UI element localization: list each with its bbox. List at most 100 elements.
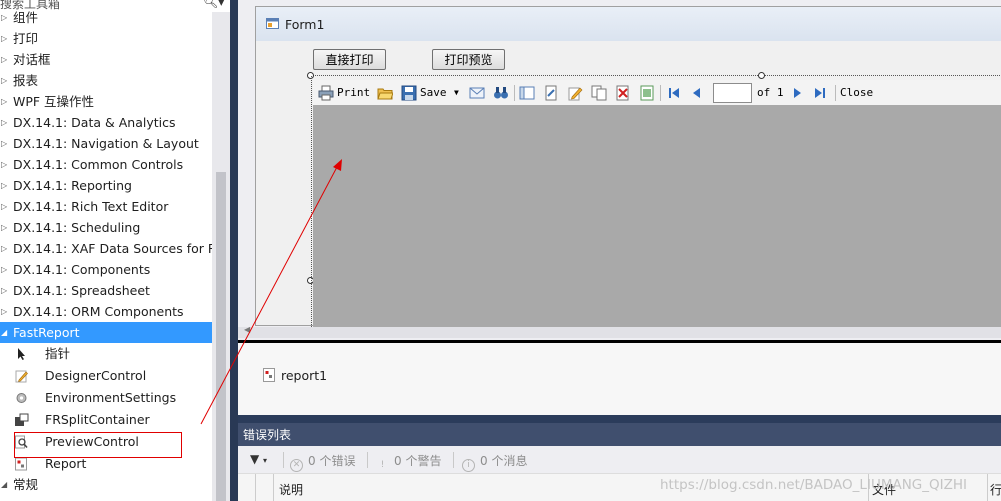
page-count-label: of 1 bbox=[757, 86, 784, 99]
toolbox-list: ▷ 组件 ▷ 打印 ▷ 对话框 ▷ 报表 ▷ WPF 互操作性 ▷ DX.14.1: Dat… bbox=[0, 7, 212, 494]
errors-filter-button[interactable]: ✕ 0 个错误 bbox=[290, 452, 355, 472]
category-label: DX.14.1: ORM Components bbox=[13, 304, 184, 319]
toolbox-category-dx-common-controls[interactable]: ▷ DX.14.1: Common Controls bbox=[0, 154, 212, 175]
messages-filter-button[interactable]: i 0 个消息 bbox=[462, 452, 527, 472]
toolbox-category-dx-spreadsheet[interactable]: ▷ DX.14.1: Spreadsheet bbox=[0, 280, 212, 301]
page-number-input[interactable] bbox=[713, 83, 752, 103]
find-binoculars-icon[interactable] bbox=[493, 85, 509, 101]
save-icon[interactable] bbox=[401, 85, 417, 101]
form-designer-surface: Form1 直接打印 打印预览 Print Save ▼ of 1 Close bbox=[238, 0, 1001, 340]
toolbox-category-dx-scheduling[interactable]: ▷ DX.14.1: Scheduling bbox=[0, 217, 212, 238]
collapse-arrow-icon[interactable]: ◢ bbox=[1, 475, 7, 494]
toolbox-category-fastreport[interactable]: ◢ FastReport bbox=[0, 322, 212, 343]
expand-arrow-icon[interactable]: ▷ bbox=[1, 196, 7, 217]
close-button-label[interactable]: Close bbox=[840, 85, 873, 101]
page-setup-icon[interactable] bbox=[543, 85, 559, 101]
toolbox-item-pointer[interactable]: 指针 bbox=[0, 343, 212, 365]
toolbox-scrollbar[interactable] bbox=[212, 12, 230, 501]
expand-arrow-icon[interactable]: ▷ bbox=[1, 154, 7, 175]
warning-icon: ! bbox=[380, 460, 385, 470]
last-page-icon[interactable] bbox=[813, 85, 827, 101]
column-divider bbox=[255, 474, 256, 501]
toolbar-separator bbox=[367, 452, 368, 468]
category-label: DX.14.1: Data & Analytics bbox=[13, 115, 176, 130]
form1-window[interactable]: Form1 直接打印 打印预览 Print Save ▼ of 1 Close bbox=[255, 6, 1001, 327]
previous-page-icon[interactable] bbox=[690, 85, 704, 101]
designer-horizontal-scrollbar[interactable]: ◀ bbox=[238, 325, 1001, 338]
toolbox-category-general[interactable]: ◢ 常规 bbox=[0, 475, 212, 494]
toolbar-separator bbox=[514, 85, 515, 101]
toolbox-category-dx-rich-text-editor[interactable]: ▷ DX.14.1: Rich Text Editor bbox=[0, 196, 212, 217]
toolbox-category-print[interactable]: ▷ 打印 bbox=[0, 28, 212, 49]
toolbox-category-reports[interactable]: ▷ 报表 bbox=[0, 70, 212, 91]
report-icon bbox=[15, 457, 27, 471]
expand-arrow-icon[interactable]: ▷ bbox=[1, 301, 7, 322]
expand-arrow-icon[interactable]: ▷ bbox=[1, 112, 7, 133]
toolbox-item-environmentsettings[interactable]: EnvironmentSettings bbox=[0, 387, 212, 409]
column-header-description[interactable]: 说明 bbox=[279, 481, 303, 498]
error-list-titlebar: 错误列表 bbox=[238, 415, 1001, 446]
toolbox-category-dx-data-analytics[interactable]: ▷ DX.14.1: Data & Analytics bbox=[0, 112, 212, 133]
form1-title: Form1 bbox=[285, 17, 325, 32]
toolbox-category-dx-orm-components[interactable]: ▷ DX.14.1: ORM Components bbox=[0, 301, 212, 322]
first-page-icon[interactable] bbox=[667, 85, 681, 101]
category-label: 打印 bbox=[13, 31, 39, 46]
print-button-label[interactable]: Print bbox=[337, 85, 370, 101]
watermark-icon[interactable] bbox=[639, 85, 655, 101]
toolbar-separator bbox=[835, 85, 836, 101]
expand-arrow-icon[interactable]: ▷ bbox=[1, 49, 7, 70]
preview-canvas[interactable] bbox=[313, 105, 1001, 327]
scroll-left-icon[interactable]: ◀ bbox=[244, 325, 250, 334]
filter-icon[interactable]: ▼ ▾ bbox=[250, 452, 267, 466]
outline-icon[interactable] bbox=[519, 85, 535, 101]
toolbox-category-dx-xaf-data-sources[interactable]: ▷ DX.14.1: XAF Data Sources for R... bbox=[0, 238, 212, 259]
preview-control[interactable]: Print Save ▼ of 1 Close bbox=[311, 76, 1001, 327]
category-label: DX.14.1: Spreadsheet bbox=[13, 283, 150, 298]
collapse-arrow-icon[interactable]: ◢ bbox=[1, 322, 7, 343]
component-tray: report1 bbox=[238, 340, 1001, 415]
expand-arrow-icon[interactable]: ▷ bbox=[1, 91, 7, 112]
warnings-count: 0 个警告 bbox=[394, 454, 442, 468]
toolbar-separator bbox=[283, 452, 284, 468]
toolbox-category-components[interactable]: ▷ 组件 bbox=[0, 7, 212, 28]
error-list-title: 错误列表 bbox=[243, 428, 292, 442]
expand-arrow-icon[interactable]: ▷ bbox=[1, 28, 7, 49]
toolbox-item-label: 指针 bbox=[45, 346, 71, 361]
direct-print-button[interactable]: 直接打印 bbox=[313, 49, 386, 70]
copy-page-icon[interactable] bbox=[591, 85, 607, 101]
toolbox-category-dx-navigation-layout[interactable]: ▷ DX.14.1: Navigation & Layout bbox=[0, 133, 212, 154]
scrollbar-thumb[interactable] bbox=[216, 172, 226, 501]
expand-arrow-icon[interactable]: ▷ bbox=[1, 280, 7, 301]
errors-count: 0 个错误 bbox=[308, 454, 356, 468]
expand-arrow-icon[interactable]: ▷ bbox=[1, 259, 7, 280]
next-page-icon[interactable] bbox=[790, 85, 804, 101]
warnings-filter-button[interactable]: ! 0 个警告 bbox=[376, 452, 442, 473]
split-container-icon bbox=[15, 413, 29, 426]
toolbox-category-dx-reporting[interactable]: ▷ DX.14.1: Reporting bbox=[0, 175, 212, 196]
pencil-icon bbox=[15, 370, 28, 383]
category-label: DX.14.1: Reporting bbox=[13, 178, 132, 193]
print-preview-button[interactable]: 打印预览 bbox=[432, 49, 505, 70]
toolbox-item-frsplitcontainer[interactable]: FRSplitContainer bbox=[0, 409, 212, 431]
printer-icon[interactable] bbox=[318, 85, 334, 101]
edit-icon[interactable] bbox=[567, 85, 583, 101]
delete-page-icon[interactable] bbox=[615, 85, 631, 101]
tray-component-label: report1 bbox=[281, 368, 328, 383]
email-icon[interactable] bbox=[469, 85, 485, 101]
chevron-down-icon[interactable]: ▼ bbox=[454, 85, 459, 101]
toolbox-category-wpf-interop[interactable]: ▷ WPF 互操作性 bbox=[0, 91, 212, 112]
column-header-line[interactable]: 行 bbox=[990, 481, 1001, 498]
toolbox-item-label: DesignerControl bbox=[45, 368, 147, 383]
expand-arrow-icon[interactable]: ▷ bbox=[1, 7, 7, 28]
toolbox-category-dx-components[interactable]: ▷ DX.14.1: Components bbox=[0, 259, 212, 280]
open-folder-icon[interactable] bbox=[377, 85, 393, 101]
toolbox-category-dialogs[interactable]: ▷ 对话框 bbox=[0, 49, 212, 70]
panel-splitter[interactable] bbox=[230, 0, 238, 501]
expand-arrow-icon[interactable]: ▷ bbox=[1, 133, 7, 154]
expand-arrow-icon[interactable]: ▷ bbox=[1, 70, 7, 91]
expand-arrow-icon[interactable]: ▷ bbox=[1, 217, 7, 238]
save-button-label[interactable]: Save bbox=[420, 85, 447, 101]
toolbox-item-designercontrol[interactable]: DesignerControl bbox=[0, 365, 212, 387]
expand-arrow-icon[interactable]: ▷ bbox=[1, 238, 7, 259]
expand-arrow-icon[interactable]: ▷ bbox=[1, 175, 7, 196]
